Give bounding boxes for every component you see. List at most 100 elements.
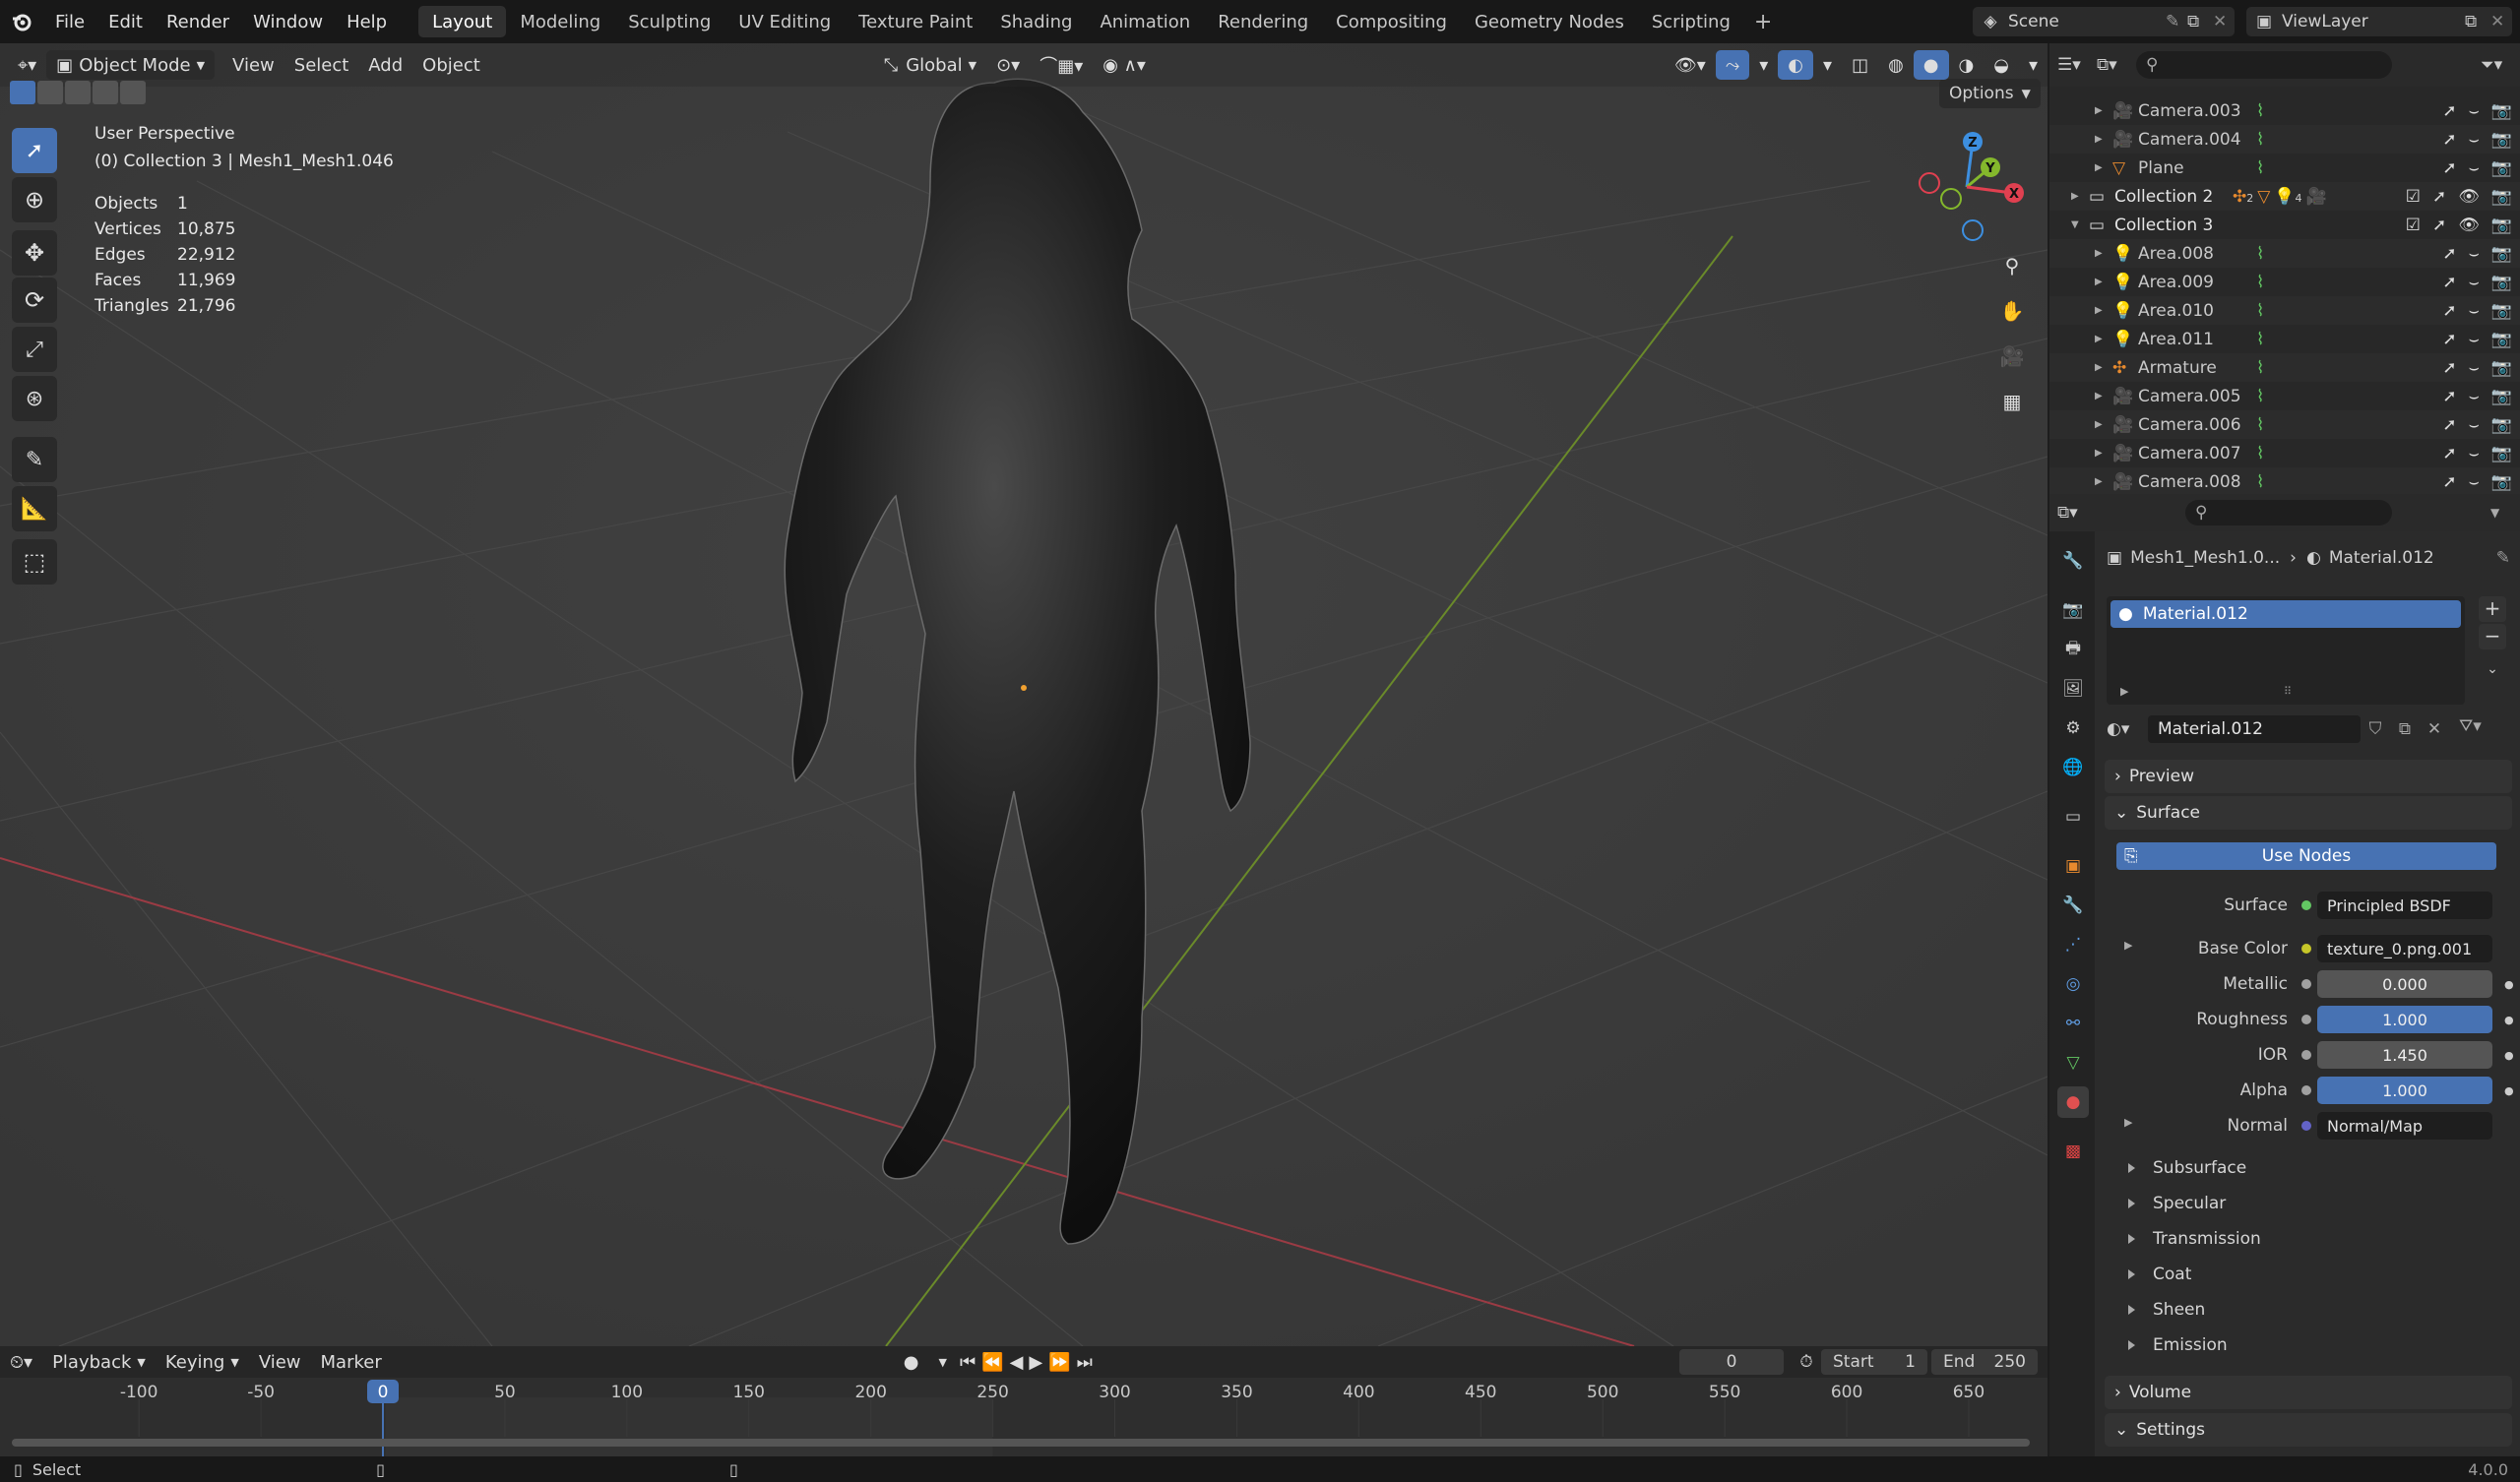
disclosure-closed-icon[interactable]: ▶ — [2095, 391, 2112, 401]
mode-selector[interactable]: ▣ Object Mode ▼ — [46, 50, 216, 80]
add-slot-button[interactable]: + — [2479, 596, 2506, 622]
link-field[interactable]: Normal/Map — [2317, 1112, 2492, 1140]
rotate-tool[interactable]: ⟳ — [12, 278, 57, 323]
overlay-toggle-icon[interactable]: ◐ — [1778, 50, 1814, 80]
browse-nodes-icon[interactable]: ⛛▾ — [2459, 716, 2482, 736]
number-field[interactable]: 1.000 — [2317, 1077, 2492, 1104]
eye-closed-icon[interactable]: ⌣ — [2469, 387, 2480, 406]
new-view-layer-icon[interactable]: ⧉ — [2465, 12, 2490, 31]
preview-panel-header[interactable]: › Preview — [2105, 760, 2512, 793]
menu-file[interactable]: File — [43, 7, 96, 36]
shading-dropdown-icon[interactable]: ▾ — [2019, 50, 2048, 80]
eye-closed-icon[interactable]: ⌣ — [2469, 244, 2480, 264]
eye-closed-icon[interactable]: ⌣ — [2469, 130, 2480, 150]
viewport-menu-view[interactable]: View — [222, 50, 284, 80]
particles-tab-icon[interactable]: ⋰ — [2057, 929, 2089, 960]
play-reverse-icon[interactable]: ◀ — [1007, 1347, 1027, 1377]
disclosure-closed-icon[interactable]: ▶ — [2095, 362, 2112, 373]
number-field[interactable]: 1.000 — [2317, 1006, 2492, 1033]
checkbox-icon[interactable]: ☑ — [2406, 187, 2421, 207]
snap-icon[interactable]: ⌒▦▾ — [1030, 50, 1093, 80]
eye-closed-icon[interactable]: ⌣ — [2469, 472, 2480, 492]
outliner-row[interactable]: ▶ 💡 Area.008 ⌇ ➚ ⌣ 📷 — [2049, 239, 2520, 268]
select-intersect-icon[interactable] — [120, 81, 146, 104]
render-camera-icon[interactable]: 📷 — [2491, 187, 2512, 207]
navigation-gizmo[interactable]: Z Y X — [1910, 128, 2028, 246]
view-layer-tab-icon[interactable]: 🖼 — [2057, 673, 2089, 705]
pin-icon[interactable]: ✎ — [2166, 12, 2187, 31]
select-mode-buttons[interactable] — [10, 81, 146, 104]
workspace-tab-rendering[interactable]: Rendering — [1204, 6, 1322, 37]
select-extend-icon[interactable] — [37, 81, 63, 104]
workspace-tab-modeling[interactable]: Modeling — [506, 6, 614, 37]
scene-tab-icon[interactable]: ⚙ — [2057, 712, 2089, 744]
remove-slot-button[interactable]: − — [2479, 624, 2506, 649]
rendered-shading-icon[interactable]: ◒ — [1984, 50, 2019, 80]
eye-closed-icon[interactable]: ⌣ — [2469, 358, 2480, 378]
subpanel-specular[interactable]: Specular — [2116, 1189, 2226, 1218]
subpanel-coat[interactable]: Coat — [2116, 1260, 2191, 1289]
render-tab-icon[interactable]: 📷 — [2057, 594, 2089, 626]
next-keyframe-icon[interactable]: ⏩ — [1045, 1347, 1073, 1377]
render-camera-icon[interactable]: 📷 — [2491, 444, 2512, 463]
world-tab-icon[interactable]: 🌐 — [2057, 752, 2089, 783]
viewport-menu-add[interactable]: Add — [358, 50, 412, 80]
render-camera-icon[interactable]: 📷 — [2491, 301, 2512, 321]
selectable-arrow-icon[interactable]: ➚ — [2442, 273, 2456, 292]
material-name-field[interactable]: Material.012 — [2148, 715, 2361, 743]
disclosure-closed-icon[interactable]: ▶ — [2095, 448, 2112, 459]
workspace-tab-shading[interactable]: Shading — [986, 6, 1086, 37]
play-icon[interactable]: ▶ — [1026, 1347, 1045, 1377]
keyframe-dot-icon[interactable]: ● — [2504, 1049, 2514, 1062]
proportional-edit-icon[interactable]: ◉ ∧▾ — [1093, 50, 1156, 80]
current-frame-field[interactable]: 0 — [1679, 1349, 1784, 1375]
gizmo-toggle-icon[interactable]: ⤳ — [1715, 50, 1750, 80]
xray-icon[interactable]: ◫ — [1842, 50, 1878, 80]
close-icon[interactable]: ✕ — [2420, 719, 2449, 739]
keyframe-dot-icon[interactable]: ● — [2504, 1084, 2514, 1097]
chevron-down-icon[interactable]: ▼ — [2490, 506, 2520, 520]
object-tab-icon[interactable]: ▣ — [2057, 850, 2089, 882]
selectable-arrow-icon[interactable]: ➚ — [2442, 415, 2456, 435]
outliner-editor-icon[interactable]: ☰▾ — [2057, 55, 2097, 75]
scene-selector[interactable]: ◈ Scene ✎ ⧉ ✕ — [1973, 7, 2235, 36]
measure-tool[interactable]: 📐 — [12, 486, 57, 531]
timeline-scrollbar[interactable] — [12, 1439, 2030, 1447]
pivot-icon[interactable]: ⊙▾ — [986, 50, 1030, 80]
render-camera-icon[interactable]: 📷 — [2491, 130, 2512, 150]
disclosure-closed-icon[interactable]: ▶ — [2095, 162, 2112, 173]
close-icon[interactable]: ✕ — [2213, 12, 2235, 31]
use-nodes-button[interactable]: ⎘ Use Nodes — [2116, 842, 2496, 870]
modifier-tab-icon[interactable]: 🔧 — [2057, 890, 2089, 921]
link-field[interactable]: Principled BSDF — [2317, 892, 2492, 919]
selectable-arrow-icon[interactable]: ➚ — [2442, 101, 2456, 121]
pin-icon[interactable]: ✎ — [2496, 548, 2510, 568]
slot-menu-button[interactable]: ⌄ — [2479, 661, 2506, 687]
pan-hand-icon[interactable]: ✋ — [1992, 291, 2032, 331]
selectable-arrow-icon[interactable]: ➚ — [2442, 158, 2456, 178]
socket-dot-icon[interactable] — [2301, 1085, 2311, 1095]
disclosure-closed-icon[interactable]: ▶ — [2095, 277, 2112, 287]
eye-closed-icon[interactable]: ⌣ — [2469, 444, 2480, 463]
end-frame-field[interactable]: End 250 — [1931, 1349, 2038, 1375]
prev-keyframe-icon[interactable]: ⏪ — [978, 1347, 1006, 1377]
material-shading-icon[interactable]: ◑ — [1949, 50, 1984, 80]
filter-icon[interactable]: ⏷▾ — [2481, 55, 2520, 75]
render-camera-icon[interactable]: 📷 — [2491, 472, 2512, 492]
blender-logo-icon[interactable] — [0, 0, 43, 43]
properties-editor-icon[interactable]: ⧉▾ — [2057, 503, 2116, 523]
eye-closed-icon[interactable]: ⌣ — [2469, 301, 2480, 321]
outliner-row[interactable]: ▶ ▭ Collection 2 ✣2 ▽ 💡4 🎥 ☑ ➚ 👁 📷 — [2049, 182, 2520, 211]
selectable-arrow-icon[interactable]: ➚ — [2432, 216, 2446, 235]
socket-dot-icon[interactable] — [2301, 944, 2311, 954]
workspace-tab-scripting[interactable]: Scripting — [1638, 6, 1744, 37]
stopwatch-icon[interactable]: ⏱ — [1792, 1352, 1821, 1372]
workspace-tab-animation[interactable]: Animation — [1086, 6, 1204, 37]
surface-panel-header[interactable]: ⌄ Surface — [2105, 796, 2512, 830]
zoom-icon[interactable]: ⚲ — [1992, 246, 2032, 285]
render-camera-icon[interactable]: 📷 — [2491, 244, 2512, 264]
expand-arrow-icon[interactable]: ▶ — [2124, 939, 2132, 952]
constraints-tab-icon[interactable]: ⚯ — [2057, 1008, 2089, 1039]
menu-edit[interactable]: Edit — [96, 7, 155, 36]
outliner-row[interactable]: ▼ ▭ Collection 3 ☑ ➚ 👁 📷 — [2049, 211, 2520, 239]
